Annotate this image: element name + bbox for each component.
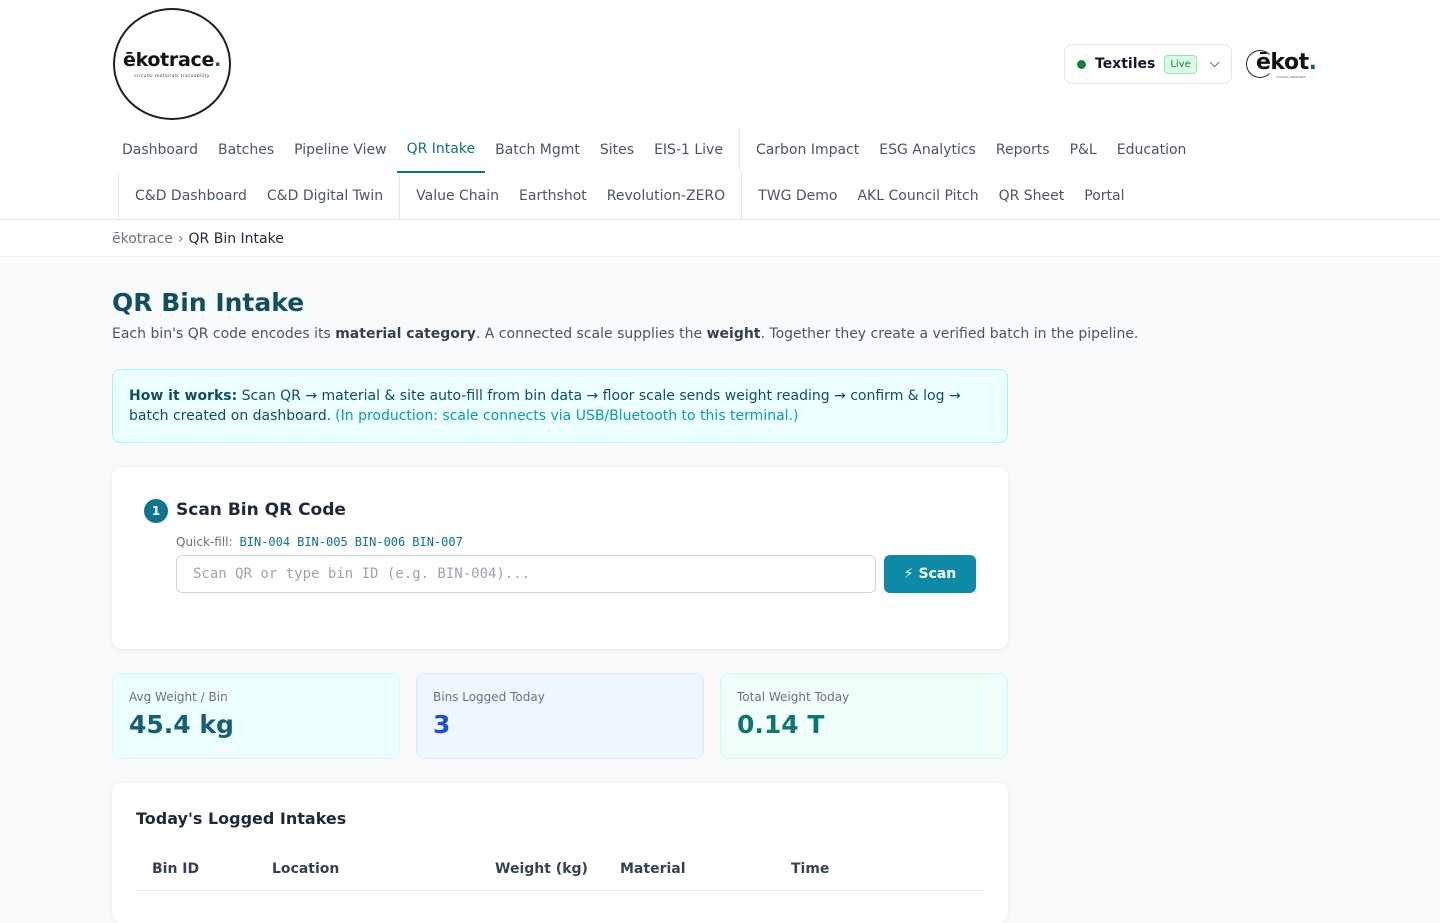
app-header: ēkotrace. circular materials traceabilit…	[0, 0, 1440, 220]
brand-tagline: circular solutions	[1276, 75, 1306, 79]
main-nav-row-2: C&D Dashboard C&D Digital Twin Value Cha…	[112, 173, 1135, 219]
quick-fill-bin-004[interactable]: BIN-004	[240, 535, 291, 549]
nav-divider	[738, 127, 740, 173]
nav-sites[interactable]: Sites	[590, 127, 644, 173]
nav-reports[interactable]: Reports	[986, 127, 1060, 173]
total-weight-stat: Total Weight Today 0.14 T	[720, 673, 1008, 759]
how-it-works-box: How it works: Scan QR → material & site …	[112, 369, 1008, 443]
nav-twg-demo[interactable]: TWG Demo	[748, 173, 847, 219]
page-description: Each bin's QR code encodes its material …	[112, 326, 1139, 342]
avg-weight-stat: Avg Weight / Bin 45.4 kg	[112, 673, 400, 759]
stat-label: Total Weight Today	[737, 690, 850, 704]
breadcrumb-current: QR Bin Intake	[188, 230, 284, 247]
scan-step-title: Scan Bin QR Code	[176, 500, 346, 520]
nav-dashboard[interactable]: Dashboard	[112, 127, 208, 173]
quick-fill-bin-007[interactable]: BIN-007	[412, 535, 463, 549]
ekot-brand-logo: ēkot. circular solutions	[1246, 48, 1322, 82]
column-header-weight[interactable]: Weight (kg)	[495, 861, 620, 877]
table-header-row: Bin ID Location Weight (kg) Material Tim…	[136, 847, 984, 891]
nav-batch-mgmt[interactable]: Batch Mgmt	[485, 127, 590, 173]
industry-selector[interactable]: Textiles Live	[1064, 44, 1232, 84]
nav-portal[interactable]: Portal	[1074, 173, 1134, 219]
column-header-bin-id[interactable]: Bin ID	[136, 861, 272, 877]
nav-cd-dashboard[interactable]: C&D Dashboard	[125, 173, 257, 219]
main-nav-row-1: Dashboard Batches Pipeline View QR Intak…	[112, 127, 1196, 173]
column-header-material[interactable]: Material	[620, 861, 791, 877]
quick-fill-label: Quick-fill:	[176, 535, 233, 549]
breadcrumb: ēkotrace › QR Bin Intake	[0, 221, 1440, 257]
nav-qr-sheet[interactable]: QR Sheet	[989, 173, 1075, 219]
logged-intakes-title: Today's Logged Intakes	[136, 809, 347, 828]
page-title: QR Bin Intake	[112, 288, 305, 317]
nav-esg-analytics[interactable]: ESG Analytics	[869, 127, 986, 173]
nav-qr-intake[interactable]: QR Intake	[396, 127, 486, 173]
stat-label: Bins Logged Today	[433, 690, 545, 704]
nav-batches[interactable]: Batches	[208, 127, 284, 173]
nav-divider	[399, 173, 401, 219]
logged-intakes-card: Today's Logged Intakes Bin ID Location W…	[112, 783, 1008, 923]
logo-tagline: circular materials traceability	[134, 74, 210, 79]
status-dot-icon	[1077, 59, 1086, 69]
nav-earthshot[interactable]: Earthshot	[509, 173, 597, 219]
breadcrumb-separator: ›	[177, 230, 184, 247]
chevron-down-icon	[1209, 56, 1220, 67]
nav-carbon-impact[interactable]: Carbon Impact	[746, 127, 869, 173]
how-it-works-lead: How it works:	[129, 388, 238, 404]
production-note: (In production: scale connects via USB/B…	[335, 408, 799, 424]
nav-revolution-zero[interactable]: Revolution-ZERO	[597, 173, 735, 219]
nav-education[interactable]: Education	[1107, 127, 1197, 173]
nav-cd-digital-twin[interactable]: C&D Digital Twin	[257, 173, 393, 219]
column-header-location[interactable]: Location	[272, 861, 495, 877]
quick-fill-bin-006[interactable]: BIN-006	[355, 535, 406, 549]
nav-eis-1-live[interactable]: EIS-1 Live	[644, 127, 733, 173]
stat-value: 0.14 T	[737, 710, 825, 739]
brand-wordmark: ēkot.	[1256, 50, 1317, 75]
live-badge: Live	[1164, 54, 1197, 74]
stat-value: 3	[433, 710, 451, 739]
industry-label: Textiles	[1095, 56, 1156, 72]
bin-id-input[interactable]	[176, 555, 876, 593]
column-header-time[interactable]: Time	[791, 861, 829, 877]
nav-divider	[118, 173, 119, 219]
bins-logged-stat: Bins Logged Today 3	[416, 673, 704, 759]
stat-label: Avg Weight / Bin	[129, 690, 228, 704]
nav-pipeline-view[interactable]: Pipeline View	[284, 127, 396, 173]
nav-akl-council-pitch[interactable]: AKL Council Pitch	[847, 173, 988, 219]
nav-divider	[741, 173, 743, 219]
logo-wordmark: ēkotrace.	[122, 49, 221, 71]
stat-value: 45.4 kg	[129, 710, 234, 739]
scan-button[interactable]: ⚡ Scan	[884, 555, 976, 593]
quick-fill-row: Quick-fill: BIN-004 BIN-005 BIN-006 BIN-…	[176, 535, 463, 549]
nav-value-chain[interactable]: Value Chain	[406, 173, 509, 219]
ekotrace-logo[interactable]: ēkotrace. circular materials traceabilit…	[113, 8, 231, 120]
quick-fill-bin-005[interactable]: BIN-005	[297, 535, 348, 549]
breadcrumb-home[interactable]: ēkotrace	[112, 231, 173, 247]
nav-pl[interactable]: P&L	[1060, 127, 1107, 173]
step-number-badge: 1	[144, 499, 168, 523]
scan-qr-card: 1 Scan Bin QR Code Quick-fill: BIN-004 B…	[112, 467, 1008, 649]
